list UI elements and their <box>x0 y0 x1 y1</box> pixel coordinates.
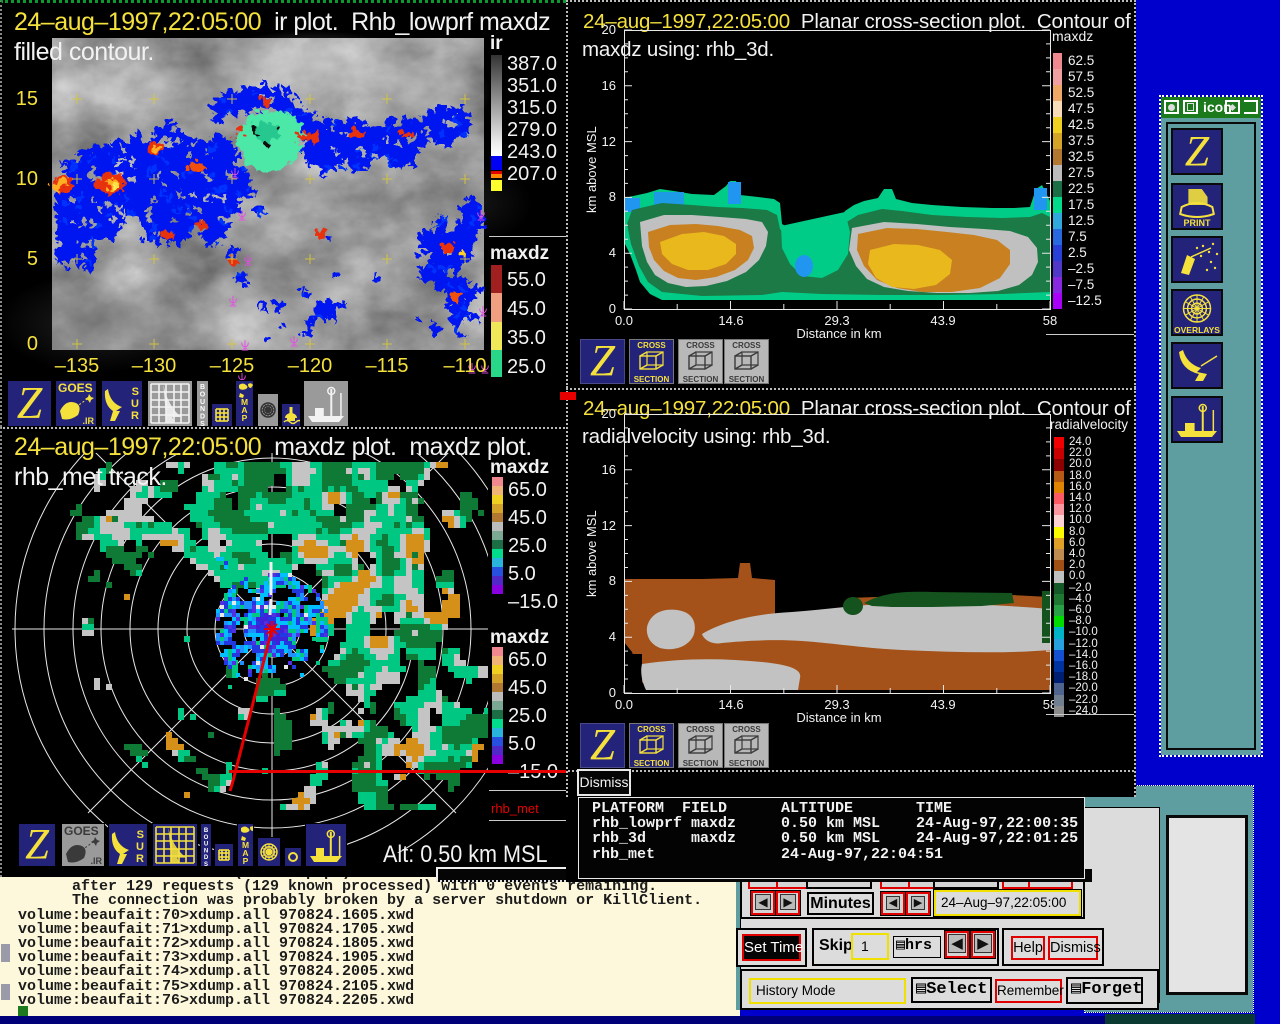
svg-text:N: N <box>204 848 208 854</box>
svg-text:Z: Z <box>590 340 616 383</box>
svg-text:.IR: .IR <box>90 856 102 866</box>
svg-text:U: U <box>136 841 144 853</box>
svg-text:S: S <box>132 386 139 398</box>
svg-text:U: U <box>131 398 139 410</box>
svg-text:O: O <box>204 835 209 841</box>
svg-text:Z: Z <box>17 381 43 426</box>
svg-text:S: S <box>137 829 144 841</box>
svg-text:S: S <box>204 862 208 866</box>
svg-text:P: P <box>243 856 249 866</box>
svg-text:P: P <box>242 413 248 423</box>
svg-text:Z: Z <box>590 724 616 767</box>
svg-text:PRINT: PRINT <box>1184 218 1212 228</box>
svg-text:Z: Z <box>1185 130 1210 173</box>
svg-text:B: B <box>204 828 209 834</box>
svg-text:OVERLAYS: OVERLAYS <box>1174 325 1220 334</box>
svg-text:D: D <box>200 414 205 421</box>
svg-text:S: S <box>200 421 205 426</box>
svg-text:Z: Z <box>25 824 50 866</box>
svg-text:R: R <box>136 853 144 865</box>
svg-text:R: R <box>131 410 139 422</box>
svg-text:GOES: GOES <box>58 381 93 395</box>
svg-text:N: N <box>200 406 205 413</box>
svg-text:U: U <box>200 399 205 406</box>
svg-text:O: O <box>200 391 206 398</box>
svg-text:U: U <box>204 842 208 848</box>
svg-text:.IR: .IR <box>82 416 94 426</box>
svg-text:B: B <box>200 384 205 391</box>
svg-text:D: D <box>204 855 209 861</box>
svg-text:GOES: GOES <box>64 824 99 838</box>
